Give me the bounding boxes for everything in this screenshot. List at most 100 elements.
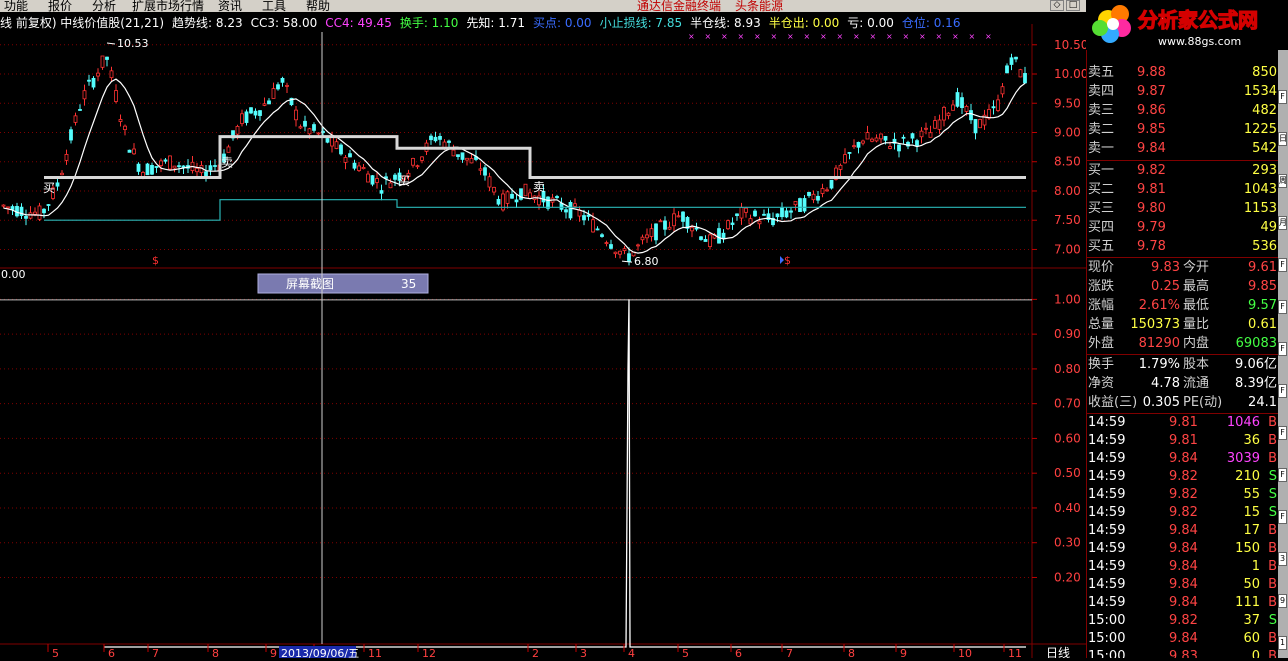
signal-dot: ×: [903, 32, 910, 41]
candle-body: [483, 167, 487, 176]
indicator-value: 买点: 0.00: [533, 16, 592, 30]
side-tool-button[interactable]: F: [1278, 90, 1287, 104]
candle-body: [420, 156, 424, 161]
trade-time: 14:59: [1088, 541, 1126, 556]
trade-time: 15:00: [1088, 649, 1126, 658]
candle-body: [730, 222, 735, 225]
trade-row[interactable]: 14:59 9.84 150 B: [1087, 540, 1279, 558]
menu-help[interactable]: 帮助: [306, 0, 330, 12]
trade-row[interactable]: 15:00 9.83 0 B: [1087, 648, 1279, 658]
side-tool-button[interactable]: 9: [1278, 594, 1287, 608]
side-tool-button[interactable]: F: [1278, 300, 1287, 314]
side-tool-button[interactable]: F: [1278, 384, 1287, 398]
stat-label: 量比: [1183, 317, 1210, 332]
candle-body: [568, 202, 573, 219]
candle-body: [879, 133, 883, 140]
menu-quote[interactable]: 报价: [48, 0, 72, 12]
trade-row[interactable]: 14:59 9.81 36 B: [1087, 432, 1279, 450]
bid-level-label: 买五: [1088, 239, 1115, 254]
bid-row: 买二 9.81 1043: [1087, 181, 1279, 199]
banner-news-link[interactable]: 头条能源: [735, 0, 783, 12]
side-tool-button[interactable]: F: [1278, 426, 1287, 440]
quote-stat-row: 涨跌 0.25 最高 9.85: [1087, 278, 1279, 296]
trade-time: 15:00: [1088, 613, 1126, 628]
banner-terminal-link[interactable]: 通达信金融终端: [637, 0, 721, 12]
trade-price: 9.83: [1169, 649, 1198, 658]
side-tool-button[interactable]: 3: [1278, 552, 1287, 566]
indicator-value: 线 前复权) 中线价值股(21,21): [0, 15, 164, 30]
side-tool-button[interactable]: 日: [1278, 132, 1287, 146]
stat-label: PE(动): [1183, 395, 1223, 410]
y-tick-label: 8.50: [1054, 155, 1081, 169]
menu-tools[interactable]: 工具: [262, 0, 286, 12]
period-label[interactable]: 日线: [1046, 646, 1070, 660]
side-tool-button[interactable]: F: [1278, 468, 1287, 482]
menu-ext-market[interactable]: 扩展市场行情: [132, 0, 204, 12]
trade-row[interactable]: 14:59 9.84 3039 B: [1087, 450, 1279, 468]
candle-body: [991, 106, 996, 109]
candle-body: [132, 148, 136, 155]
stat-value: 24.1: [1248, 395, 1277, 410]
screenshot-popup[interactable]: 屏幕截图 35: [257, 273, 429, 294]
signal-marker: $: [784, 254, 791, 267]
indicator-value: 半仓出: 0.00: [769, 16, 840, 30]
candle-body: [226, 146, 231, 153]
y-tick-label: 10.50: [1054, 38, 1086, 52]
trade-side: S: [1268, 613, 1277, 628]
candle-body: [285, 84, 289, 87]
candle-body: [253, 110, 258, 116]
candle-body: [280, 77, 285, 83]
popup-title: 屏幕截图: [286, 277, 334, 291]
trade-row[interactable]: 14:59 9.82 210 S: [1087, 468, 1279, 486]
candle-body: [456, 154, 460, 157]
restore-icon[interactable]: ◇: [1050, 0, 1064, 11]
candle-body: [478, 168, 483, 171]
candle-body: [694, 227, 699, 230]
candle-body: [960, 97, 964, 109]
indicator-value: 小止损线: 7.85: [600, 16, 683, 30]
menu-function[interactable]: 功能: [4, 0, 28, 12]
side-tool-button[interactable]: F: [1278, 342, 1287, 356]
candle-body: [622, 248, 627, 251]
candle-body: [780, 207, 784, 218]
trade-price: 9.82: [1169, 469, 1198, 484]
y-tick-label: 7.50: [1054, 213, 1081, 227]
side-tool-button[interactable]: F: [1278, 258, 1287, 272]
sub-y-tick-label: 0.20: [1054, 570, 1081, 584]
stat-value: 0.305: [1142, 395, 1180, 410]
trade-row[interactable]: 15:00 9.84 60 B: [1087, 630, 1279, 648]
candle-body: [334, 141, 339, 149]
side-tool-button[interactable]: 月: [1278, 216, 1287, 230]
trade-row[interactable]: 14:59 9.82 15 S: [1087, 504, 1279, 522]
trade-row[interactable]: 14:59 9.84 1 B: [1087, 558, 1279, 576]
trade-row[interactable]: 14:59 9.84 111 B: [1087, 594, 1279, 612]
trade-row[interactable]: 14:59 9.82 55 S: [1087, 486, 1279, 504]
candle-body: [987, 109, 991, 119]
side-tool-button[interactable]: 周: [1278, 174, 1287, 188]
menu-analysis[interactable]: 分析: [92, 0, 116, 12]
candle-body: [348, 153, 352, 158]
trade-row[interactable]: 14:59 9.84 17 B: [1087, 522, 1279, 540]
candle-body: [388, 182, 393, 189]
side-tool-button[interactable]: 1: [1278, 636, 1287, 650]
kline-chart[interactable]: 线 前复权) 中线价值股(21,21) 趋势线: 8.23 CC3: 58.00 CC…: [0, 12, 1088, 660]
signal-dot: ×: [870, 32, 877, 41]
candle-body: [465, 157, 469, 161]
trade-row[interactable]: 15:00 9.82 37 S: [1087, 612, 1279, 630]
bid-price: 9.78: [1137, 239, 1166, 254]
trade-row[interactable]: 14:59 9.84 50 B: [1087, 576, 1279, 594]
candlesticks: [1, 53, 1027, 266]
candle-body: [798, 198, 802, 213]
trade-row[interactable]: 14:59 9.81 1046 B: [1087, 414, 1279, 432]
candle-body: [258, 110, 262, 116]
logo-brand: 分析家公式网: [1138, 8, 1258, 32]
trade-time: 14:59: [1088, 451, 1126, 466]
side-tool-button[interactable]: F: [1278, 510, 1287, 524]
menu-bar: 功能 报价 分析 扩展市场行情 资讯 工具 帮助 通达信金融终端 头条能源 ◇ …: [0, 0, 1086, 12]
signal-dot: ×: [705, 32, 712, 41]
trade-side: B: [1268, 595, 1277, 610]
maximize-icon[interactable]: □: [1066, 0, 1080, 11]
menu-news[interactable]: 资讯: [218, 0, 242, 12]
stat-value: 9.06亿: [1235, 357, 1277, 372]
chart-area[interactable]: 线 前复权) 中线价值股(21,21) 趋势线: 8.23 CC3: 58.00 CC…: [0, 12, 1088, 660]
